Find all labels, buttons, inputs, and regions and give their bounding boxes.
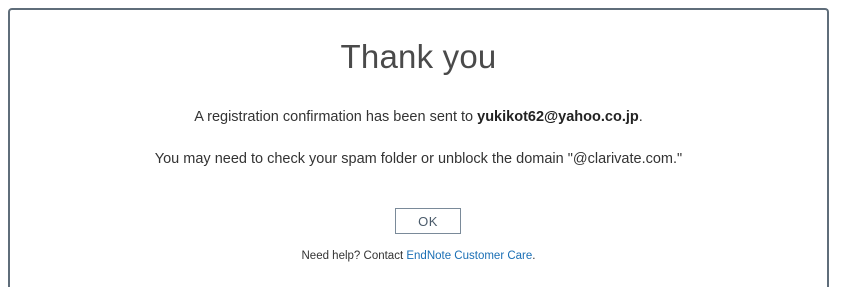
help-text: Need help? Contact EndNote Customer Care… <box>10 250 827 262</box>
confirmation-prefix: A registration confirmation has been sen… <box>194 109 478 125</box>
confirmation-message: A registration confirmation has been sen… <box>10 109 827 125</box>
spam-notice: You may need to check your spam folder o… <box>154 151 683 167</box>
help-suffix: . <box>532 250 536 262</box>
email-address: yukikot62@yahoo.co.jp <box>477 109 639 125</box>
help-prefix: Need help? Contact <box>301 250 407 262</box>
dialog-title: Thank you <box>340 38 497 75</box>
page: Thank you A registration confirmation ha… <box>0 0 843 287</box>
confirmation-suffix: . <box>638 109 643 125</box>
ok-button[interactable]: OK <box>395 208 461 234</box>
customer-care-link[interactable]: EndNote Customer Care <box>406 250 532 262</box>
confirmation-dialog: Thank you A registration confirmation ha… <box>8 8 829 287</box>
